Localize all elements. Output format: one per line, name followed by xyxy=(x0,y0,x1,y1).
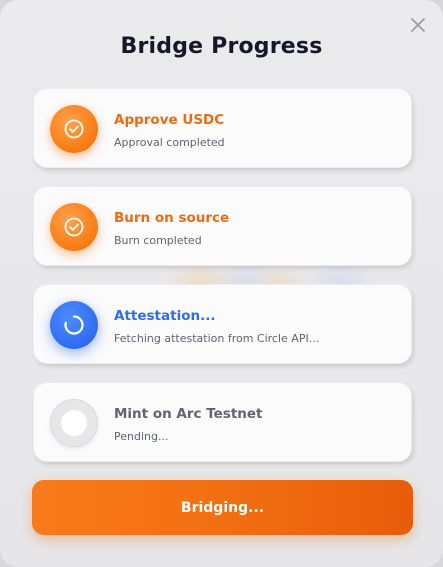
step-subtitle: Fetching attestation from Circle API... xyxy=(114,332,320,345)
pending-circle-icon xyxy=(61,410,87,436)
step-subtitle: Approval completed xyxy=(114,136,225,149)
step-status-indicator xyxy=(50,399,98,447)
step-title: Mint on Arc Testnet xyxy=(114,406,263,422)
bridging-button[interactable]: Bridging... xyxy=(32,480,413,535)
step-title: Attestation... xyxy=(114,308,216,324)
step-status-indicator xyxy=(50,105,98,153)
step-status-indicator xyxy=(50,301,98,349)
bridge-progress-dialog: Bridge Progress Approve USDC Approval co… xyxy=(0,0,443,567)
step-attestation: Attestation... Fetching attestation from… xyxy=(33,284,412,364)
dialog-title: Bridge Progress xyxy=(120,34,323,59)
check-circle-icon xyxy=(64,217,84,237)
check-circle-icon xyxy=(64,119,84,139)
close-icon xyxy=(411,18,425,32)
step-mint-on-arc-testnet: Mint on Arc Testnet Pending... xyxy=(33,382,412,462)
step-burn-on-source: Burn on source Burn completed xyxy=(33,186,412,266)
spinner-icon xyxy=(64,315,84,335)
step-title: Approve USDC xyxy=(114,112,225,128)
step-approve-usdc: Approve USDC Approval completed xyxy=(33,88,412,168)
step-subtitle: Burn completed xyxy=(114,234,202,247)
close-button[interactable] xyxy=(407,14,429,36)
step-subtitle: Pending... xyxy=(114,430,169,443)
step-status-indicator xyxy=(50,203,98,251)
step-title: Burn on source xyxy=(114,210,230,226)
